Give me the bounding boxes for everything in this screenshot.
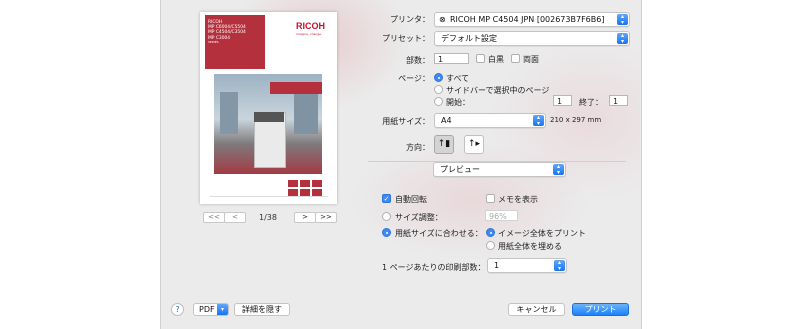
auto-rotate-label: 自動回転: [395, 195, 427, 204]
brochure-footer-line: [210, 196, 328, 197]
previous-page-button[interactable]: <: [224, 212, 246, 223]
copies-label: 部数：: [406, 56, 430, 65]
printer-value: RICOH MP C4504 JPN [002673B7F6B6]: [450, 15, 605, 24]
brochure-thumbnail: [300, 180, 310, 187]
pages-sidebar-radio[interactable]: [434, 85, 443, 94]
chevron-down-icon: ▾: [217, 304, 228, 315]
fit-paper-radio[interactable]: [382, 228, 391, 237]
preset-value: デフォルト設定: [441, 34, 497, 43]
section-value: プレビュー: [440, 165, 480, 174]
section-popup[interactable]: プレビュー ▴ ▾: [433, 162, 566, 177]
show-notes-label: メモを表示: [498, 195, 538, 204]
fit-print-entire-radio[interactable]: [486, 228, 495, 237]
hide-details-button[interactable]: 詳細を隠す: [234, 303, 290, 316]
fit-fill-paper-label: 用紙全体を埋める: [498, 242, 562, 251]
brochure-thumbnail: [288, 180, 298, 187]
preset-popup[interactable]: デフォルト設定 ▴ ▾: [434, 31, 630, 46]
pages-label: ページ：: [398, 74, 430, 83]
ricoh-logo: RICOH: [296, 21, 325, 31]
fit-paper-label: 用紙サイズに合わせる：: [395, 229, 483, 238]
pages-all-radio[interactable]: [434, 73, 443, 82]
show-notes-checkbox[interactable]: [486, 194, 495, 203]
next-page-button[interactable]: >: [294, 212, 316, 223]
chevron-updown-icon: ▴ ▾: [553, 164, 564, 175]
print-button[interactable]: プリント: [572, 303, 629, 316]
pages-start-field[interactable]: 1: [553, 95, 572, 106]
help-button[interactable]: ?: [171, 303, 184, 316]
paper-size-dimensions: 210 x 297 mm: [550, 116, 602, 124]
pages-start-label: 開始：: [446, 98, 470, 107]
first-page-button[interactable]: <<: [203, 212, 225, 223]
brochure-thumbnail: [300, 189, 310, 196]
brochure-title: RICOH MP C6004/C5504 MP C4504/C3504 MP C…: [208, 20, 264, 44]
portrait-icon: ↑▮: [437, 139, 451, 149]
landscape-orientation-button[interactable]: ↑▸: [464, 135, 484, 154]
chevron-updown-icon: ▴ ▾: [533, 115, 544, 126]
last-page-button[interactable]: >>: [315, 212, 337, 223]
scale-field[interactable]: 96%: [485, 210, 518, 221]
portrait-orientation-button[interactable]: ↑▮: [434, 135, 454, 154]
brochure-accent-bar: [270, 82, 322, 94]
preset-label: プリセット：: [382, 34, 430, 43]
printer-popup[interactable]: ⊗ RICOH MP C4504 JPN [002673B7F6B6] ▴ ▾: [434, 12, 630, 27]
scale-radio[interactable]: [382, 212, 391, 221]
brochure-series: SERIES: [208, 39, 219, 44]
photo-building: [220, 92, 238, 134]
duplex-label: 両面: [523, 55, 539, 64]
chevron-updown-icon: ▴ ▾: [554, 260, 565, 271]
duplex-checkbox[interactable]: [511, 54, 520, 63]
landscape-icon: ↑▸: [467, 139, 481, 149]
bw-checkbox[interactable]: [476, 54, 485, 63]
brochure-thumbnail: [312, 180, 322, 187]
paper-size-popup[interactable]: A4 ▴ ▾: [434, 113, 546, 128]
scale-label: サイズ調整：: [395, 213, 443, 222]
printer-status-icon: ⊗: [439, 15, 446, 24]
paper-size-value: A4: [441, 116, 452, 125]
pages-range-radio[interactable]: [434, 97, 443, 106]
orientation-label: 方向：: [406, 143, 430, 152]
page-indicator: 1/38: [259, 213, 277, 222]
logo-tagline: imagine. change.: [296, 32, 322, 36]
pages-per-sheet-popup[interactable]: 1 ▴ ▾: [487, 258, 567, 273]
pages-all-label: すべて: [446, 74, 470, 83]
printer-label: プリンタ：: [390, 15, 430, 24]
auto-rotate-checkbox[interactable]: ✓: [382, 194, 391, 203]
brochure-thumbnail: [312, 189, 322, 196]
pdf-menu-button[interactable]: PDF ▾: [193, 303, 229, 316]
print-preview-page: RICOH MP C6004/C5504 MP C4504/C3504 MP C…: [200, 12, 337, 204]
pages-sidebar-label: サイドバーで選択中のページ: [446, 86, 550, 95]
pages-per-sheet-label: 1 ページあたりの印刷部数：: [382, 263, 486, 272]
paper-size-label: 用紙サイズ：: [382, 117, 430, 126]
pdf-label: PDF: [199, 305, 215, 314]
bw-label: 白黒: [488, 55, 504, 64]
pages-end-label: 終了：: [579, 98, 603, 107]
pages-end-field[interactable]: 1: [609, 95, 628, 106]
chevron-updown-icon: ▴ ▾: [617, 14, 628, 25]
photo-printer-top: [254, 112, 284, 122]
brochure-thumbnail: [288, 189, 298, 196]
cancel-button[interactable]: キャンセル: [508, 303, 565, 316]
copies-field[interactable]: 1: [434, 53, 469, 64]
pages-per-sheet-value: 1: [494, 261, 500, 270]
chevron-updown-icon: ▴ ▾: [617, 33, 628, 44]
fit-print-entire-label: イメージ全体をプリント: [498, 229, 586, 238]
fit-fill-paper-radio[interactable]: [486, 241, 495, 250]
